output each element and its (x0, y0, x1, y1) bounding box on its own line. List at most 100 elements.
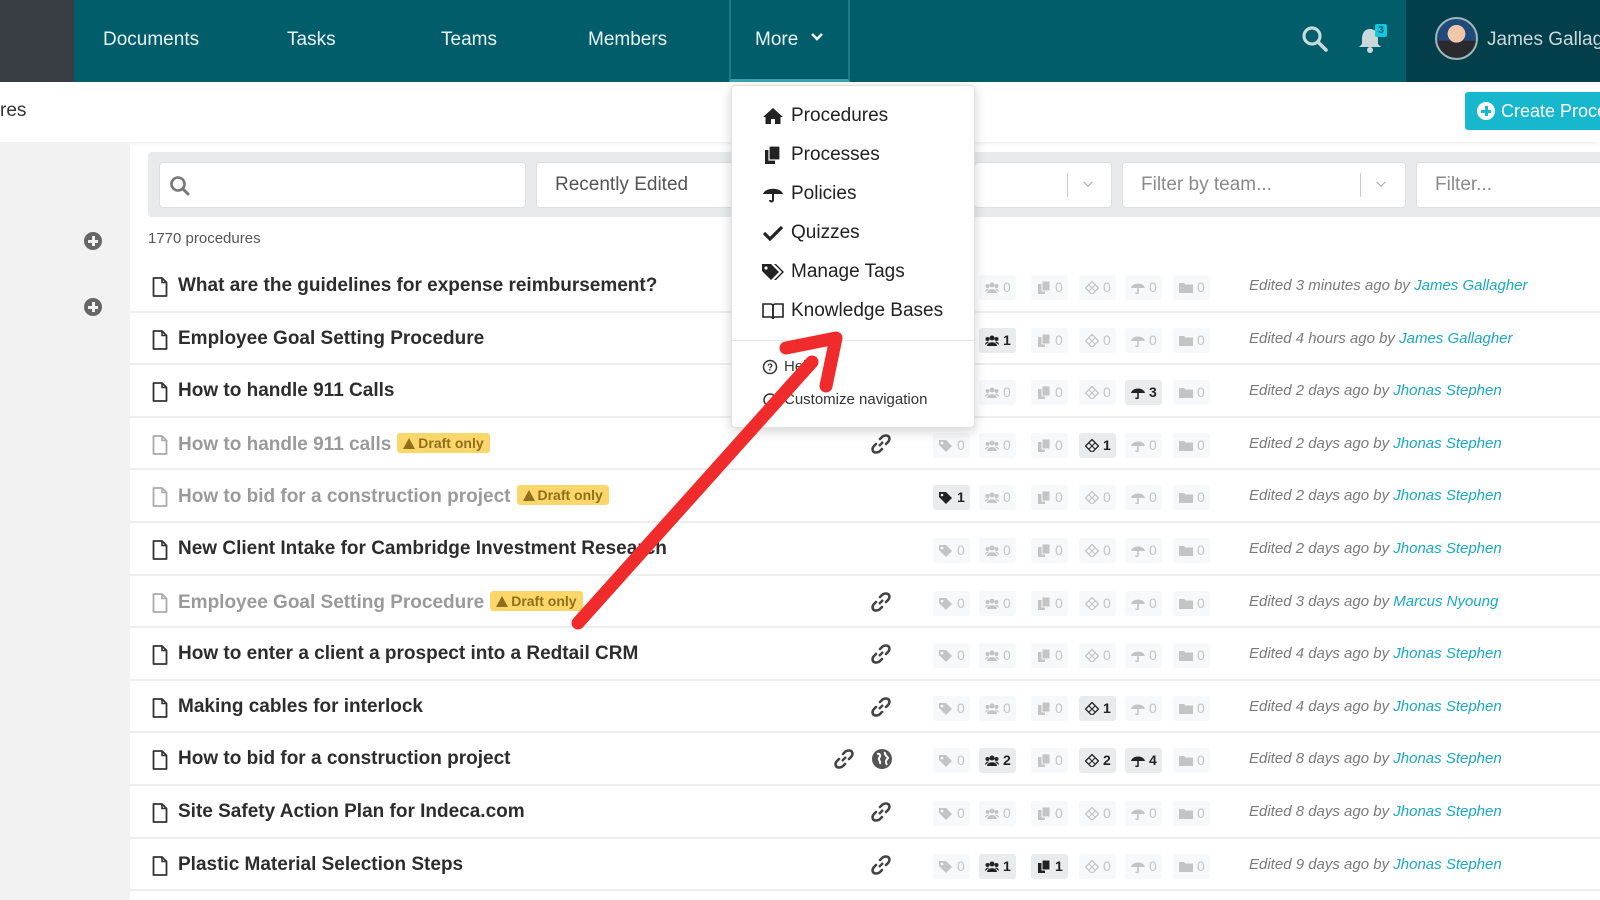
nav-documents[interactable]: Documents (103, 0, 199, 82)
create-procedure-button[interactable]: Create Procedure (1465, 92, 1600, 130)
link-icon[interactable] (871, 854, 891, 875)
stat-folders[interactable]: 0 (1173, 327, 1210, 353)
stat-policies[interactable]: 0 (1125, 275, 1162, 300)
editor-link[interactable]: Jhonas Stephen (1393, 856, 1501, 873)
stat-processes[interactable]: 0 (1031, 380, 1068, 406)
procedure-row[interactable]: Plastic Material Selection Steps 0 1 1 0 0 0 Ed… (130, 839, 1600, 892)
link-icon[interactable] (871, 433, 891, 454)
link-icon[interactable] (871, 696, 891, 717)
globe-icon[interactable] (872, 749, 892, 770)
stat-tags[interactable]: 0 (933, 432, 970, 458)
stat-folders[interactable]: 0 (1173, 590, 1210, 616)
editor-link[interactable]: Jhonas Stephen (1393, 698, 1501, 715)
stat-quizzes[interactable]: 2 (1079, 748, 1116, 774)
procedure-row[interactable]: How to enter a client a prospect into a … (130, 628, 1600, 681)
link-icon[interactable] (834, 749, 854, 770)
stat-members[interactable]: 0 (979, 485, 1016, 511)
sort-select[interactable]: Recently Edited (536, 162, 736, 208)
stat-tags[interactable]: 0 (933, 643, 970, 669)
stat-quizzes[interactable]: 0 (1079, 643, 1116, 669)
nav-more-dropdown[interactable]: More (729, 0, 850, 82)
link-icon[interactable] (871, 591, 891, 612)
stat-quizzes[interactable]: 0 (1079, 537, 1116, 563)
stat-policies[interactable]: 0 (1125, 537, 1162, 563)
user-menu[interactable]: James Gallagher (1406, 0, 1600, 82)
stat-tags[interactable]: 0 (933, 748, 970, 774)
stat-folders[interactable]: 0 (1173, 380, 1210, 406)
nav-teams[interactable]: Teams (441, 0, 497, 82)
stat-tags[interactable]: 0 (933, 853, 970, 879)
stat-policies[interactable]: 0 (1125, 327, 1162, 353)
stat-members[interactable]: 2 (979, 748, 1016, 774)
stat-tags[interactable]: 0 (933, 695, 970, 721)
editor-link[interactable]: Jhonas Stephen (1393, 645, 1501, 662)
editor-link[interactable]: Jhonas Stephen (1393, 487, 1501, 504)
procedure-row[interactable]: New Client Intake for Cambridge Investme… (130, 523, 1600, 576)
procedure-title[interactable]: Employee Goal Setting Procedure Draft onl… (178, 590, 583, 614)
stat-policies[interactable]: 0 (1125, 643, 1162, 669)
stat-members[interactable]: 0 (979, 695, 1016, 721)
procedure-title[interactable]: Employee Goal Setting Procedure (178, 328, 484, 350)
stat-folders[interactable]: 0 (1173, 537, 1210, 563)
link-icon[interactable] (871, 644, 891, 664)
stat-policies[interactable]: 0 (1125, 432, 1162, 458)
stat-quizzes[interactable]: 0 (1079, 275, 1116, 300)
procedure-row[interactable]: How to bid for a construction project Dra… (130, 470, 1600, 523)
editor-link[interactable]: Jhonas Stephen (1393, 803, 1501, 820)
stat-members[interactable]: 0 (979, 800, 1016, 826)
stat-members[interactable]: 0 (979, 432, 1016, 458)
stat-policies[interactable]: 0 (1125, 590, 1162, 616)
stat-members[interactable]: 0 (979, 380, 1016, 406)
procedure-title[interactable]: Making cables for interlock (178, 696, 423, 718)
stat-quizzes[interactable]: 0 (1079, 485, 1116, 511)
stat-quizzes[interactable]: 0 (1079, 380, 1116, 406)
stat-processes[interactable]: 0 (1031, 537, 1068, 563)
stat-members[interactable]: 1 (979, 327, 1016, 353)
stat-policies[interactable]: 0 (1125, 800, 1162, 826)
stat-processes[interactable]: 0 (1031, 748, 1068, 774)
procedure-title[interactable]: What are the guidelines for expense reim… (178, 275, 657, 297)
editor-link[interactable]: Marcus Nyoung (1393, 593, 1498, 610)
stat-policies[interactable]: 0 (1125, 485, 1162, 511)
procedure-title[interactable]: Plastic Material Selection Steps (178, 854, 463, 876)
add-icon[interactable] (84, 232, 102, 250)
nav-tasks[interactable]: Tasks (287, 0, 336, 82)
stat-members[interactable]: 0 (979, 643, 1016, 669)
editor-link[interactable]: Jhonas Stephen (1393, 382, 1501, 399)
stat-processes[interactable]: 0 (1031, 800, 1068, 826)
stat-processes[interactable]: 0 (1031, 485, 1068, 511)
procedure-title[interactable]: How to handle 911 calls Draft only (178, 432, 490, 456)
stat-processes[interactable]: 0 (1031, 643, 1068, 669)
team-filter-select[interactable]: Filter by team... (1122, 162, 1406, 208)
procedure-row[interactable]: How to bid for a construction project 0 2 0… (130, 733, 1600, 786)
procedure-row[interactable]: Site Safety Action Plan for Indeca.com 0 0… (130, 786, 1600, 839)
editor-link[interactable]: Jhonas Stephen (1393, 540, 1501, 557)
editor-link[interactable]: Jhonas Stephen (1393, 750, 1501, 767)
procedure-title[interactable]: Site Safety Action Plan for Indeca.com (178, 801, 525, 823)
stat-processes[interactable]: 0 (1031, 275, 1068, 300)
stat-policies[interactable]: 3 (1125, 380, 1162, 406)
stat-folders[interactable]: 0 (1173, 485, 1210, 511)
search-input[interactable] (159, 162, 526, 208)
search-icon[interactable] (1301, 25, 1329, 53)
logo-area[interactable] (0, 0, 74, 82)
stat-processes[interactable]: 0 (1031, 590, 1068, 616)
procedure-title[interactable]: How to handle 911 Calls (178, 380, 394, 402)
procedure-title[interactable]: How to enter a client a prospect into a … (178, 643, 638, 665)
stat-tags[interactable]: 0 (933, 590, 970, 616)
stat-processes[interactable]: 0 (1031, 327, 1068, 353)
stat-processes[interactable]: 0 (1031, 695, 1068, 721)
stat-folders[interactable]: 0 (1173, 800, 1210, 826)
stat-tags[interactable]: 1 (933, 485, 970, 511)
add-icon[interactable] (84, 298, 102, 316)
stat-folders[interactable]: 0 (1173, 748, 1210, 774)
stat-processes[interactable]: 1 (1031, 853, 1068, 879)
stat-quizzes[interactable]: 0 (1079, 853, 1116, 879)
stat-folders[interactable]: 0 (1173, 695, 1210, 721)
procedure-title[interactable]: How to bid for a construction project Dra… (178, 485, 609, 508)
stat-folders[interactable]: 0 (1173, 275, 1210, 300)
filter-select[interactable] (974, 162, 1112, 208)
filter-input[interactable]: Filter... (1416, 162, 1600, 208)
editor-link[interactable]: Jhonas Stephen (1393, 435, 1501, 452)
stat-policies[interactable]: 0 (1125, 853, 1162, 879)
